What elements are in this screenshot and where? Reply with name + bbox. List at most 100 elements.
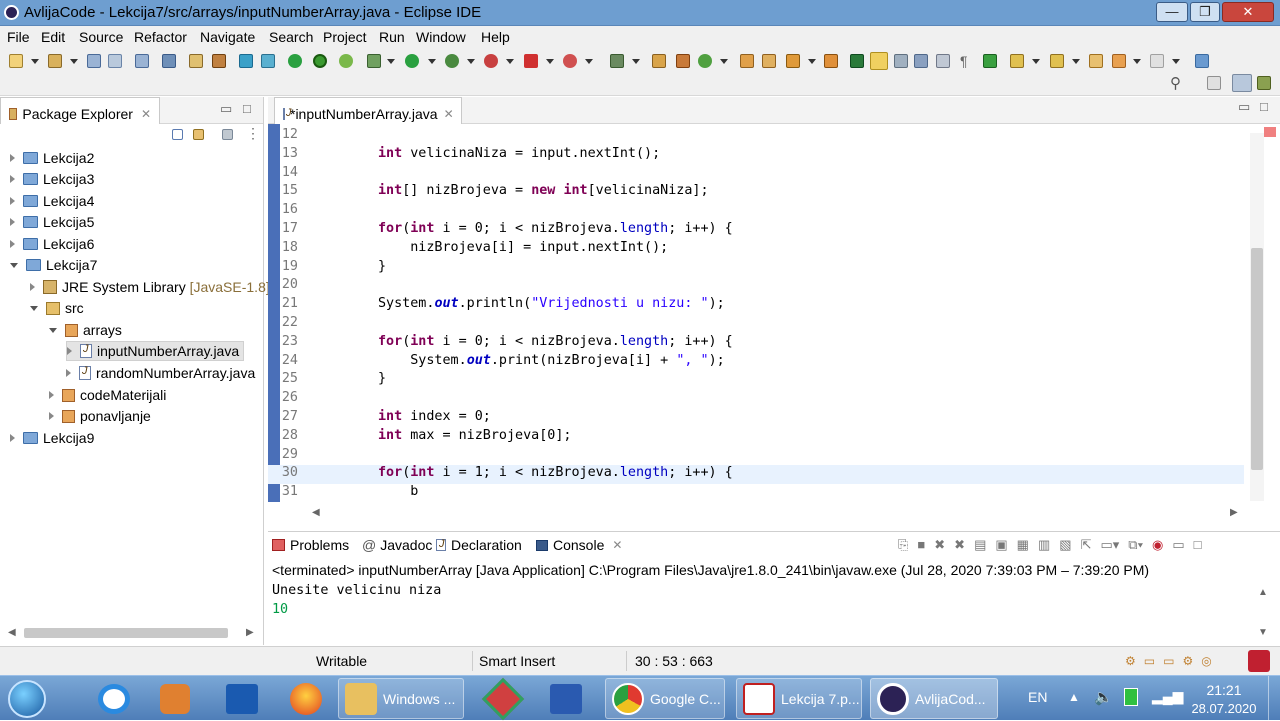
clear-console-icon[interactable]: ▤ <box>974 537 986 553</box>
code-line[interactable]: 19} <box>268 259 1244 278</box>
tab-problems[interactable]: Problems <box>272 537 349 553</box>
pilcrow-icon[interactable]: ¶ <box>960 53 968 69</box>
annotation-prev-icon[interactable] <box>1050 54 1064 68</box>
tree-item-lekcija3[interactable]: Lekcija3 <box>10 169 94 189</box>
taskbar-item-pdf[interactable]: Lekcija 7.p... <box>736 678 862 719</box>
internet-explorer-icon[interactable] <box>98 684 130 714</box>
tree-item-inputnumberarray[interactable]: inputNumberArray.java <box>66 341 245 361</box>
eclipse-marketplace-icon[interactable]: ◉ <box>1152 537 1163 553</box>
clock-time[interactable]: 21:21 <box>1198 682 1250 698</box>
notification-icon[interactable]: ▭ <box>1163 654 1174 668</box>
horizontal-scrollbar[interactable]: ◀ ▶ <box>8 626 258 640</box>
media-player-icon[interactable] <box>160 684 190 714</box>
task-icon[interactable]: ▭ <box>1144 654 1155 668</box>
open-perspective-icon[interactable] <box>1207 76 1221 90</box>
error-log-icon[interactable] <box>1248 650 1270 672</box>
code-text[interactable]: int index = 0; <box>378 409 491 424</box>
chevron-down-icon[interactable] <box>31 59 39 64</box>
tree-item-src[interactable]: src <box>30 298 84 318</box>
open-task-icon[interactable] <box>676 54 690 68</box>
open-console-icon[interactable]: ⇱ <box>1081 537 1092 553</box>
code-line[interactable]: 17 for(int i = 0; i < nizBrojeva.length; … <box>268 221 1244 240</box>
code-line[interactable]: 14 <box>268 165 1244 184</box>
maximize-view-icon[interactable]: □ <box>1194 537 1202 553</box>
filter-icon[interactable] <box>222 129 233 140</box>
git-icon[interactable] <box>481 677 525 721</box>
network-icon[interactable]: ▂▄▆ <box>1152 688 1183 705</box>
code-line[interactable]: 21 System.out.println("Vrijednosti u nizu… <box>268 296 1244 315</box>
minimize-view-icon[interactable]: ▭ <box>220 101 232 117</box>
chevron-down-icon[interactable] <box>1133 59 1141 64</box>
code-line[interactable]: 22 <box>268 315 1244 334</box>
debug-perspective-icon[interactable] <box>1257 76 1271 90</box>
pencil-icon[interactable] <box>786 54 800 68</box>
code-text[interactable]: int velicinaNiza = input.nextInt(); <box>378 146 660 161</box>
scroll-left-icon[interactable]: ◀ <box>312 507 320 518</box>
code-line[interactable]: 31 b <box>268 484 1244 503</box>
code-area[interactable]: 12 13 int velicinaNiza = input.nextInt(); 1… <box>268 124 1268 524</box>
breakpoint-icon[interactable] <box>288 54 302 68</box>
clock-date[interactable]: 28.07.2020 <box>1186 701 1262 716</box>
chevron-down-icon[interactable] <box>1072 59 1080 64</box>
code-line[interactable]: 23 for(int i = 0; i < nizBrojeva.length; … <box>268 334 1244 353</box>
scroll-lock-icon[interactable]: ▣ <box>995 537 1007 553</box>
chevron-down-icon[interactable] <box>428 59 436 64</box>
tab-package-explorer[interactable]: Package Explorer ✕ <box>0 97 160 124</box>
close-button[interactable]: ✕ <box>1222 2 1274 22</box>
menu-file[interactable]: File <box>7 29 30 45</box>
show-stderr-icon[interactable]: ▧ <box>1059 537 1071 553</box>
minimize-view-icon[interactable]: ▭ <box>1238 99 1250 115</box>
chevron-down-icon[interactable] <box>1032 59 1040 64</box>
code-line[interactable]: 25} <box>268 371 1244 390</box>
chevron-down-icon[interactable] <box>506 59 514 64</box>
pin-console-icon[interactable]: ⎘ <box>898 537 908 553</box>
expand-icon[interactable] <box>66 369 71 377</box>
menu-window[interactable]: Window <box>416 29 466 45</box>
collapse-all-icon[interactable] <box>172 129 183 140</box>
maximize-view-icon[interactable]: □ <box>1260 99 1268 114</box>
error-indicator-icon[interactable] <box>1264 127 1276 137</box>
volume-icon[interactable]: 🔈 <box>1094 688 1113 706</box>
save-icon[interactable] <box>87 54 101 68</box>
menu-navigate[interactable]: Navigate <box>200 29 255 45</box>
taskbar-item-eclipse[interactable]: AvlijaCod... <box>870 678 998 719</box>
chevron-down-icon[interactable] <box>585 59 593 64</box>
code-text[interactable]: for(int i = 0; i < nizBrojeva.length; i+… <box>378 221 733 236</box>
chevron-down-icon[interactable] <box>632 59 640 64</box>
scroll-down-icon[interactable]: ▼ <box>1258 627 1268 638</box>
tree-item-lekcija6[interactable]: Lekcija6 <box>10 234 94 254</box>
annotation-next-icon[interactable] <box>1010 54 1024 68</box>
code-line[interactable]: 24 System.out.print(nizBrojeva[i] + ", "… <box>268 353 1244 372</box>
code-line[interactable]: 12 <box>268 127 1244 146</box>
skip-icon[interactable] <box>313 54 327 68</box>
console-icon[interactable] <box>135 54 149 68</box>
tree-item-arrays[interactable]: arrays <box>49 320 122 340</box>
expand-icon[interactable] <box>67 347 72 355</box>
expand-icon[interactable] <box>49 412 54 420</box>
open-folder-icon[interactable] <box>762 54 776 68</box>
chevron-down-icon[interactable] <box>720 59 728 64</box>
code-line[interactable]: 20 <box>268 277 1244 296</box>
code-text[interactable]: } <box>378 371 386 386</box>
external-link-icon[interactable] <box>1195 54 1209 68</box>
expand-icon[interactable] <box>10 197 15 205</box>
new-icon[interactable] <box>9 54 23 68</box>
tree-item-lekcija2[interactable]: Lekcija2 <box>10 148 94 168</box>
scroll-right-icon[interactable]: ▶ <box>1230 507 1238 518</box>
code-text[interactable]: b <box>378 484 418 499</box>
code-text[interactable]: System.out.print(nizBrojeva[i] + ", "); <box>378 353 724 368</box>
remove-launch-icon[interactable]: ✖ <box>934 537 945 553</box>
annotation-icon[interactable] <box>824 54 838 68</box>
expand-icon[interactable] <box>10 175 15 183</box>
debug-icon[interactable] <box>212 54 226 68</box>
menu-help[interactable]: Help <box>481 29 510 45</box>
expand-icon[interactable] <box>10 154 15 162</box>
taskbar-item-chrome[interactable]: Google C... <box>605 678 725 719</box>
tree-item-lekcija4[interactable]: Lekcija4 <box>10 191 94 211</box>
terminate-icon[interactable]: ■ <box>917 537 925 553</box>
last-edit-icon[interactable] <box>1089 54 1103 68</box>
code-line[interactable]: 30 for(int i = 1; i < nizBrojeva.length; … <box>268 465 1244 485</box>
forward-icon[interactable] <box>1150 54 1164 68</box>
tree-item-lekcija7[interactable]: Lekcija7 <box>10 255 97 275</box>
close-icon[interactable]: ✕ <box>612 538 622 552</box>
